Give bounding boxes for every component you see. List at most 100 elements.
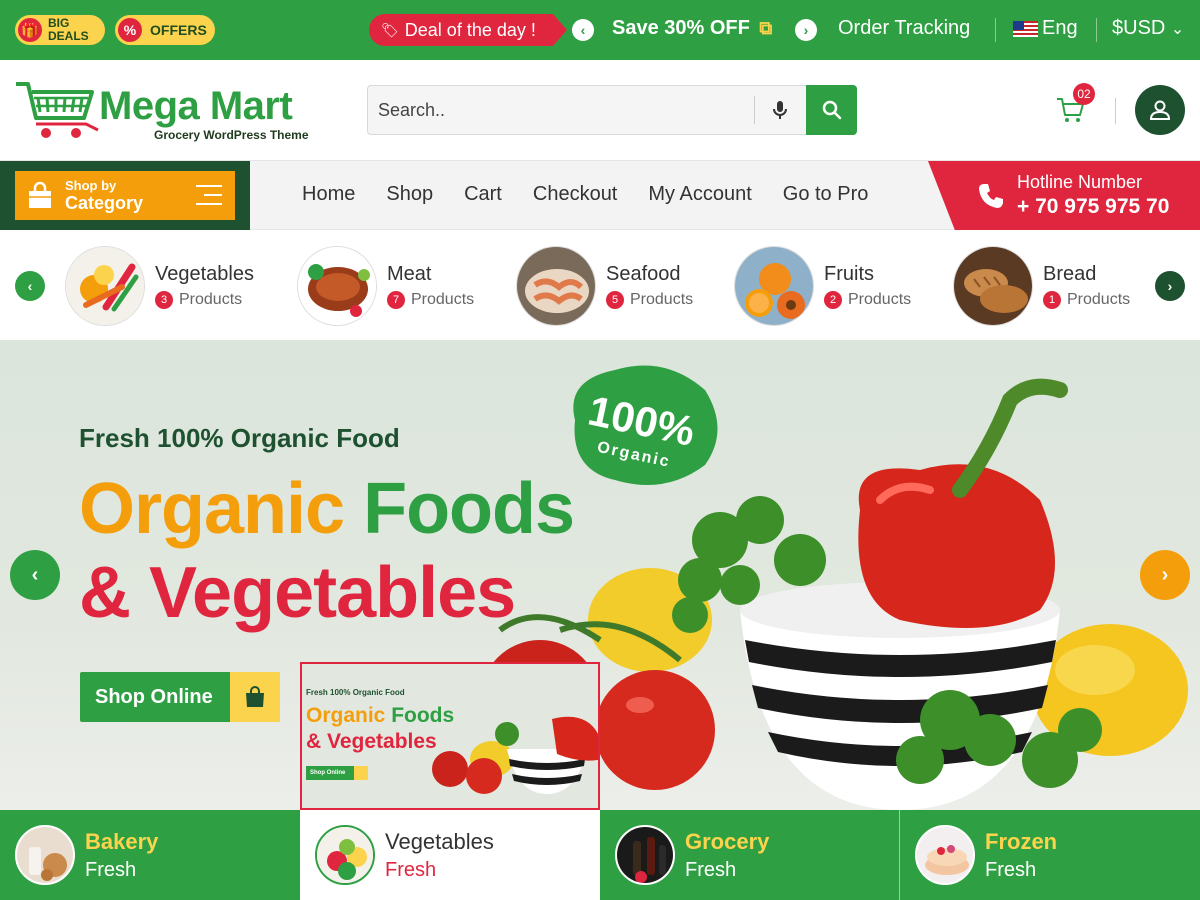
logo-subtitle: Grocery WordPress Theme (154, 128, 309, 142)
search-button[interactable] (806, 85, 857, 135)
search-bar (367, 85, 857, 135)
tab-subtitle: Fresh (85, 858, 137, 881)
category-count-suffix: Products (848, 291, 912, 308)
fruits-thumbnail (734, 246, 814, 326)
category-count: 7 (387, 291, 405, 309)
microphone-icon[interactable] (768, 98, 792, 122)
preview-shop-button: Shop Online (306, 766, 368, 780)
copy-icon[interactable]: ⧉ (759, 18, 772, 38)
hero-word-foods: Foods (363, 469, 575, 549)
account-button[interactable] (1135, 85, 1185, 135)
big-deals-badge[interactable]: 🎁 BIG DEALS (15, 15, 105, 45)
currency-selector[interactable]: $USD ⌄ (1112, 17, 1184, 40)
hotline-label: Hotline Number (1017, 172, 1143, 192)
promo-prev-button[interactable]: ‹ (572, 19, 594, 41)
currency-label: $USD (1112, 17, 1166, 39)
shop-online-label: Shop Online (95, 685, 213, 708)
logo-cart-icon (16, 82, 99, 138)
grocery-thumbnail (615, 825, 675, 885)
shop-online-button[interactable]: Shop Online (80, 672, 280, 722)
shopping-bag-icon (230, 672, 280, 722)
promo-label: Save 30% OFF (612, 17, 750, 39)
phone-icon (979, 184, 1003, 208)
offers-label: OFFERS (150, 22, 207, 38)
big-deals-line2: DEALS (48, 29, 89, 43)
category-carousel: ‹ Vegetables 3 Products Meat 7 Products … (0, 230, 1200, 340)
site-logo[interactable]: Mega Mart Grocery WordPress Theme (14, 78, 319, 142)
logo-title: Mega Mart (99, 84, 293, 128)
preview-heading-line1: Organic Foods (306, 704, 454, 728)
offers-badge[interactable]: % OFFERS (115, 15, 215, 45)
nav-link-home[interactable]: Home (302, 183, 355, 206)
category-prev-button[interactable]: ‹ (15, 271, 45, 301)
tab-subtitle: Fresh (985, 858, 1037, 881)
tab-bakery[interactable]: Bakery Fresh (0, 810, 300, 900)
hero-word-organic: Organic (79, 469, 345, 549)
tab-title: Grocery (685, 828, 770, 854)
order-tracking-link[interactable]: Order Tracking (838, 17, 970, 40)
topbar-divider (1096, 18, 1097, 42)
deal-of-day-label: Deal of the day ! (404, 19, 536, 40)
user-icon (1149, 100, 1171, 120)
category-item-bread[interactable]: Bread 1 Products (953, 246, 1130, 326)
hero-heading-line1: Organic Foods (79, 468, 575, 550)
meat-thumbnail (297, 246, 377, 326)
frozen-thumbnail (915, 825, 975, 885)
bakery-thumbnail (15, 825, 75, 885)
tab-title: Frozen (985, 828, 1058, 854)
header-divider (1115, 98, 1116, 124)
language-selector[interactable]: Eng (1013, 17, 1078, 40)
main-navigation: Shop by Category Home Shop Cart Checkout… (0, 160, 1200, 231)
seafood-thumbnail (516, 246, 596, 326)
bread-thumbnail (953, 246, 1033, 326)
category-item-vegetables[interactable]: Vegetables 3 Products (65, 246, 254, 326)
preview-kicker: Fresh 100% Organic Food (306, 688, 405, 697)
cart-count-badge: 02 (1073, 83, 1095, 105)
featured-category-tabs: Bakery Fresh Vegetables Fresh Grocery Fr… (0, 810, 1200, 900)
hero-prev-button[interactable]: ‹ (10, 550, 60, 600)
gift-icon: 🎁 (18, 18, 42, 42)
site-header: Mega Mart Grocery WordPress Theme 02 (0, 60, 1200, 160)
nav-link-shop[interactable]: Shop (386, 183, 433, 206)
category-name: Meat (387, 263, 432, 285)
category-count: 5 (606, 291, 624, 309)
category-count-suffix: Products (630, 291, 694, 308)
category-menu-wrap: Shop by Category (0, 161, 250, 231)
tab-subtitle: Fresh (685, 858, 737, 881)
category-name: Seafood (606, 263, 681, 285)
search-icon (822, 100, 841, 120)
nav-link-checkout[interactable]: Checkout (533, 183, 618, 206)
hero-next-button[interactable]: › (1140, 550, 1190, 600)
hotline-box[interactable]: Hotline Number + 70 975 975 70 (928, 161, 1200, 231)
tab-subtitle: Fresh (385, 858, 437, 881)
nav-link-go-to-pro[interactable]: Go to Pro (783, 183, 869, 206)
hotline-number: + 70 975 975 70 (1017, 195, 1170, 218)
slide-preview-thumbnail[interactable]: Fresh 100% Organic Food Organic Foods & … (300, 662, 600, 810)
top-bar: 🎁 BIG DEALS % OFFERS 🏷 Deal of the day !… (0, 0, 1200, 60)
category-name: Bread (1043, 263, 1097, 285)
search-input[interactable] (368, 86, 753, 134)
topbar-divider (995, 18, 996, 42)
category-item-seafood[interactable]: Seafood 5 Products (516, 246, 693, 326)
tab-frozen[interactable]: Frozen Fresh (900, 810, 1200, 900)
language-label: Eng (1042, 17, 1078, 39)
hero-slider: 100% Organic Fresh 100% Organic Food Org… (0, 340, 1200, 810)
hamburger-menu-icon (196, 185, 222, 212)
tab-grocery[interactable]: Grocery Fresh (600, 810, 900, 900)
category-item-meat[interactable]: Meat 7 Products (297, 246, 474, 326)
deal-of-day-tag: 🏷 Deal of the day ! (369, 14, 567, 46)
tag-icon: 🏷 (381, 21, 399, 38)
category-item-fruits[interactable]: Fruits 2 Products (734, 246, 911, 326)
search-divider (754, 96, 755, 124)
tab-title: Vegetables (385, 828, 494, 854)
tab-vegetables[interactable]: Vegetables Fresh (300, 810, 600, 900)
category-small-label: Shop by (65, 177, 117, 193)
category-count-suffix: Products (411, 291, 475, 308)
nav-link-my-account[interactable]: My Account (648, 183, 751, 206)
nav-link-cart[interactable]: Cart (464, 183, 502, 206)
category-next-button[interactable]: › (1155, 271, 1185, 301)
shop-by-category-button[interactable]: Shop by Category (15, 171, 235, 220)
chevron-down-icon: ⌄ (1170, 21, 1185, 38)
shopping-bag-icon (29, 181, 51, 208)
promo-next-button[interactable]: › (795, 19, 817, 41)
